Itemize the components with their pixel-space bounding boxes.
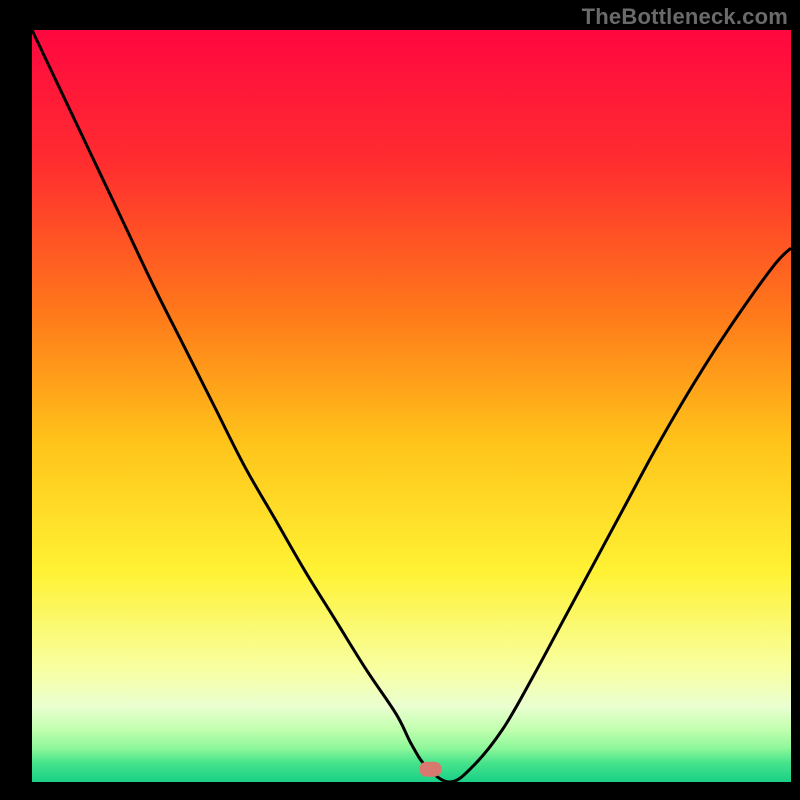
optimal-point-marker xyxy=(419,762,441,777)
chart-frame: TheBottleneck.com xyxy=(0,0,800,800)
plot-background xyxy=(32,30,791,782)
bottleneck-curve-chart xyxy=(0,0,800,800)
